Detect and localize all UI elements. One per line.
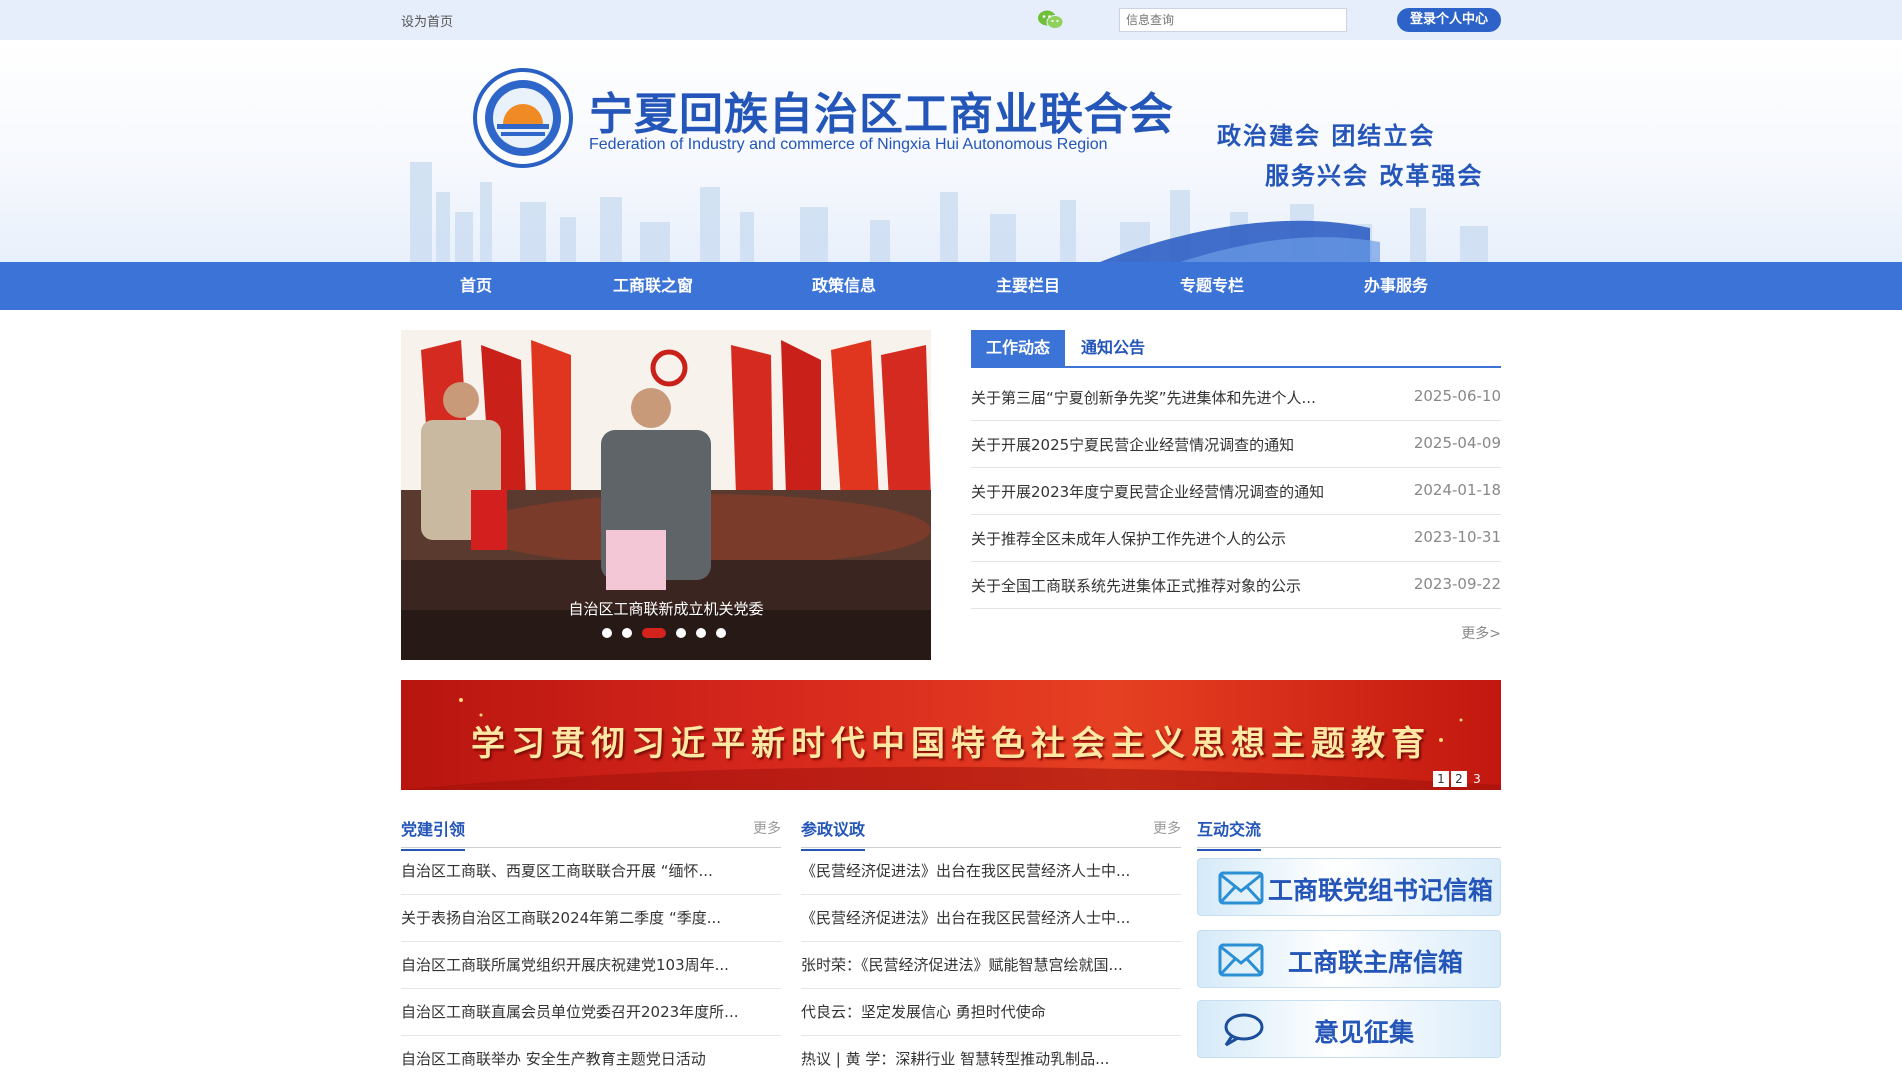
banner-page-1[interactable]: 1 [1433,771,1449,787]
news-date: 2025-06-10 [1413,387,1501,405]
more-link[interactable]: 更多 [753,818,781,838]
mailbox-label: 工商联党组书记信箱 [1268,876,1494,905]
tab-notices[interactable]: 通知公告 [1081,330,1145,366]
news-item[interactable]: 关于推荐全区未成年人保护工作先进个人的公示 2023-10-31 [971,515,1501,562]
list-item[interactable]: 张时荣：《民营经济促进法》赋能智慧宫绘就国... [801,942,1181,989]
mailbox-label: 意见征集 [1314,1018,1415,1047]
list-item[interactable]: 《民营经济促进法》出台在我区民营经济人士中... [801,895,1181,942]
wechat-icon[interactable] [1037,9,1065,31]
list-item-title[interactable]: 自治区工商联直属会员单位党委召开2023年度所... [401,1001,738,1022]
news-title[interactable]: 关于推荐全区未成年人保护工作先进个人的公示 [971,528,1286,549]
speech-bubble-icon [1218,1013,1264,1047]
opinion-collection-button[interactable]: 意见征集 [1197,1000,1501,1058]
column-title[interactable]: 参政议政 [801,816,866,851]
theme-education-banner[interactable]: 学习贯彻习近平新时代中国特色社会主义思想主题教育 123 [401,680,1501,790]
column-title[interactable]: 互动交流 [1197,816,1262,851]
banner-pager: 123 [1431,768,1485,787]
news-item[interactable]: 关于第三届“宁夏创新争先奖”先进集体和先进个人... 2025-06-10 [971,374,1501,421]
list-item[interactable]: 《民营经济促进法》出台在我区民营经济人士中... [801,848,1181,895]
slider-dot[interactable] [696,628,706,638]
list-item-title[interactable]: 关于表扬自治区工商联2024年第二季度 “季度... [401,907,721,928]
political-participation-column: 参政议政 更多 《民营经济促进法》出台在我区民营经济人士中... 《民营经济促进… [801,810,1181,1080]
federation-emblem-logo [473,68,573,168]
list-item[interactable]: 自治区工商联直属会员单位党委召开2023年度所... [401,989,781,1036]
list-item-title[interactable]: 自治区工商联所属党组织开展庆祝建党103周年... [401,954,729,975]
party-building-column: 党建引领 更多 自治区工商联、西夏区工商联联合开展 “缅怀... 关于表扬自治区… [401,810,781,1080]
login-button[interactable]: 登录个人中心 [1397,8,1501,32]
more-link[interactable]: 更多 [1153,818,1181,838]
slider-dot[interactable] [622,628,632,638]
list-item-title[interactable]: 《民营经济促进法》出台在我区民营经济人士中... [801,907,1130,928]
party-secretary-mailbox-button[interactable]: 工商联党组书记信箱 [1197,858,1501,916]
top-bar: 设为首页 登录个人中心 [0,0,1902,40]
envelope-icon [1218,871,1264,905]
set-homepage-link[interactable]: 设为首页 [401,11,453,30]
list-item-title[interactable]: 张时荣：《民营经济促进法》赋能智慧宫绘就国... [801,954,1123,975]
list-item[interactable]: 关于表扬自治区工商联2024年第二季度 “季度... [401,895,781,942]
news-item[interactable]: 关于全国工商联系统先进集体正式推荐对象的公示 2023-09-22 [971,562,1501,609]
list-item-title[interactable]: 《民营经济促进法》出台在我区民营经济人士中... [801,860,1130,881]
nav-item-special-topics[interactable]: 专题专栏 [1180,262,1244,310]
photo-slider[interactable]: 自治区工商联新成立机关党委 [401,330,931,660]
list-item[interactable]: 自治区工商联所属党组织开展庆祝建党103周年... [401,942,781,989]
slider-dot[interactable] [716,628,726,638]
news-title[interactable]: 关于开展2025宁夏民营企业经营情况调查的通知 [971,434,1294,455]
news-more-link[interactable]: 更多> [1461,623,1501,643]
list-item-title[interactable]: 代良云：坚定发展信心 勇担时代使命 [801,1001,1046,1022]
list-item[interactable]: 自治区工商联举办 安全生产教育主题党日活动 [401,1036,781,1080]
search-input[interactable] [1119,8,1347,32]
news-item[interactable]: 关于开展2025宁夏民营企业经营情况调查的通知 2025-04-09 [971,421,1501,468]
slider-dot[interactable] [676,628,686,638]
slider-dot[interactable] [602,628,612,638]
news-date: 2023-10-31 [1413,528,1501,546]
list-item-title[interactable]: 自治区工商联举办 安全生产教育主题党日活动 [401,1048,706,1069]
news-title[interactable]: 关于全国工商联系统先进集体正式推荐对象的公示 [971,575,1301,596]
nav-item-main-sections[interactable]: 主要栏目 [996,262,1060,310]
chairman-mailbox-button[interactable]: 工商联主席信箱 [1197,930,1501,988]
site-subtitle: Federation of Industry and commerce of N… [589,136,1108,153]
banner-text: 学习贯彻习近平新时代中国特色社会主义思想主题教育 [471,724,1431,764]
news-date: 2025-04-09 [1413,434,1501,452]
main-content: 自治区工商联新成立机关党委 工作动态 通知公告 关于第三届“宁夏创新争先奖”先进… [401,310,1501,1080]
interaction-column: 互动交流 工商联党组书记信箱 工商联主席信箱 意见征集 [1197,810,1501,1058]
site-header: 宁夏回族自治区工商业联合会 Federation of Industry and… [0,40,1902,262]
news-title[interactable]: 关于第三届“宁夏创新争先奖”先进集体和先进个人... [971,387,1316,408]
slogan-line-1: 政治建会 团结立会 [1217,121,1436,150]
slogan-line-2: 服务兴会 改革强会 [1265,161,1484,190]
list-item-title[interactable]: 自治区工商联、西夏区工商联联合开展 “缅怀... [401,860,713,881]
news-title[interactable]: 关于开展2023年度宁夏民营企业经营情况调查的通知 [971,481,1324,502]
slider-dot-active[interactable] [642,628,666,638]
news-date: 2023-09-22 [1413,575,1501,593]
site-title: 宁夏回族自治区工商业联合会 [589,89,1174,140]
list-item[interactable]: 热议 | 黄 学：深耕行业 智慧转型推动乳制品... [801,1036,1181,1080]
nav-item-federation-window[interactable]: 工商联之窗 [613,262,693,310]
banner-page-2[interactable]: 2 [1451,771,1467,787]
nav-item-home[interactable]: 首页 [460,262,492,310]
tab-work-news[interactable]: 工作动态 [971,330,1065,366]
nav-item-policy-info[interactable]: 政策信息 [812,262,876,310]
column-header: 参政议政 更多 [801,810,1181,851]
list-item-title[interactable]: 热议 | 黄 学：深耕行业 智慧转型推动乳制品... [801,1048,1109,1069]
slider-caption: 自治区工商联新成立机关党委 [568,600,764,618]
mailbox-label: 工商联主席信箱 [1288,948,1464,977]
column-header: 党建引领 更多 [401,810,781,851]
news-tabs: 工作动态 通知公告 [971,330,1501,368]
column-header: 互动交流 [1197,810,1501,851]
news-list: 关于第三届“宁夏创新争先奖”先进集体和先进个人... 2025-06-10 关于… [971,374,1501,609]
banner-page-3[interactable]: 3 [1469,771,1485,787]
envelope-icon [1218,943,1264,977]
nav-item-services[interactable]: 办事服务 [1364,262,1428,310]
main-navigation: 首页 工商联之窗 政策信息 主要栏目 专题专栏 办事服务 [0,262,1902,310]
list-item[interactable]: 自治区工商联、西夏区工商联联合开展 “缅怀... [401,848,781,895]
column-title[interactable]: 党建引领 [401,816,466,851]
news-item[interactable]: 关于开展2023年度宁夏民营企业经营情况调查的通知 2024-01-18 [971,468,1501,515]
news-date: 2024-01-18 [1413,481,1501,499]
list-item[interactable]: 代良云：坚定发展信心 勇担时代使命 [801,989,1181,1036]
